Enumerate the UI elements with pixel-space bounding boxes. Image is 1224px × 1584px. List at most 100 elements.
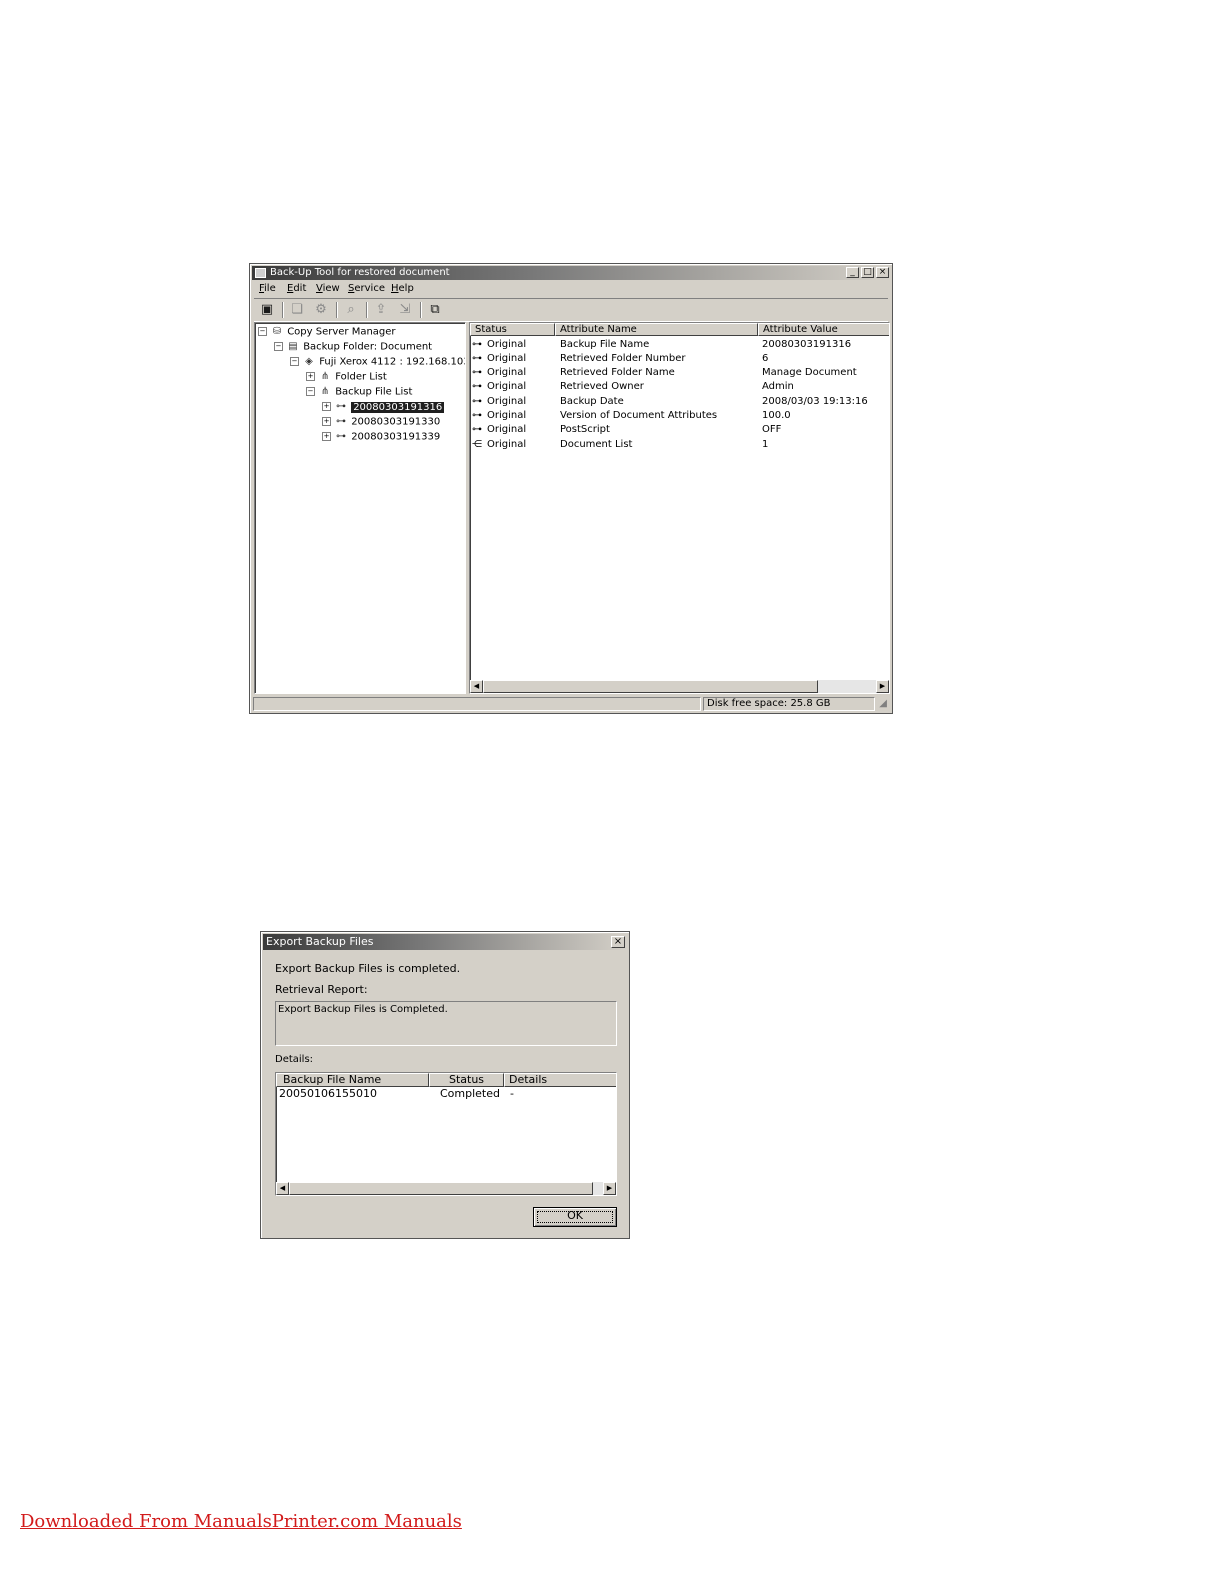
tree-node-backup-folder[interactable]: − ▤ Backup Folder: Document [274,340,432,354]
link-icon: ⊶ [472,424,482,435]
menu-file[interactable]: File [259,283,276,294]
save-icon[interactable]: ▣ [258,302,276,318]
collapse-icon[interactable]: − [306,387,315,396]
list-row[interactable]: ⊶ Original Retrieved Folder Name Manage … [470,366,889,380]
file-list-icon: ⋔ [320,386,330,397]
column-header-status[interactable]: Status [470,323,555,336]
minimize-button[interactable]: _ [846,267,859,278]
printer-icon: ◈ [305,356,313,367]
link-icon: ⊶ [472,353,482,364]
attribute-value-cell: 20080303191316 [762,339,852,350]
import-icon[interactable]: ⇪ [372,302,390,318]
attribute-value-cell: 6 [762,353,769,364]
tree-node-label-selected: 20080303191316 [351,401,445,413]
scroll-right-icon[interactable]: ▶ [876,680,889,693]
details-list[interactable]: Backup File Name Status Details 20050106… [275,1072,617,1196]
tree-node-label: Folder List [335,371,387,383]
attribute-value-cell: Admin [762,381,794,392]
status-cell: Original [487,367,527,378]
menu-edit[interactable]: Edit [287,283,306,294]
link-icon: ⊶ [472,339,482,350]
toolbar-separator [282,302,284,318]
export-backup-dialog: Export Backup Files × Export Backup File… [260,931,630,1239]
retrieval-report-text: Export Backup Files is Completed. [278,1004,448,1015]
close-button[interactable]: × [876,267,889,278]
expand-icon[interactable]: + [322,402,331,411]
title-bar[interactable]: Back-Up Tool for restored document _ □ × [252,266,890,280]
list-row[interactable]: ⊶ Original PostScript OFF [470,423,889,437]
tree-node-device[interactable]: −◈ Fuji Xerox 4112 : 192.168.103.104 [290,355,465,369]
completion-message: Export Backup Files is completed. [275,962,461,975]
tree-node-label: 20080303191330 [351,416,441,428]
column-header-details[interactable]: Details [504,1073,616,1087]
tree-node-backup-file[interactable]: + ⊶ 20080303191316 [322,400,445,414]
attribute-list[interactable]: Status Attribute Name Attribute Value ⊶ … [469,322,890,694]
attribute-name-cell: Document List [560,439,633,450]
expand-icon[interactable]: + [322,432,331,441]
list-row[interactable]: ⋲ Original Document List 1 [470,438,889,452]
collapse-icon[interactable]: − [274,342,283,351]
folder-tree[interactable]: − ⛁ Copy Server Manager − ▤ Backup Folder:… [254,322,466,694]
retrieve-icon[interactable]: ⚙ [312,302,330,318]
list-row[interactable]: ⊶ Original Backup File Name 200803031913… [470,338,889,352]
column-header-backup-file-name[interactable]: Backup File Name [276,1073,429,1087]
toolbar-separator [366,302,368,318]
resize-grip-icon[interactable]: ◢ [879,698,887,709]
backup-file-icon: ⊶ [336,416,346,427]
maximize-button[interactable]: □ [861,267,874,278]
disk-free-space: Disk free space: 25.8 GB [703,697,875,711]
collapse-icon[interactable]: − [290,357,299,366]
table-row[interactable]: 20050106155010 Completed - [276,1087,616,1101]
collapse-icon[interactable]: − [258,327,267,336]
backup-file-icon: ⊶ [336,431,346,442]
attribute-value-cell: Manage Document [762,367,857,378]
tree-node-backup-file-list[interactable]: − ⋔ Backup File List [306,385,412,399]
tree-node-backup-file[interactable]: + ⊶ 20080303191339 [322,430,440,444]
expand-icon[interactable]: + [322,417,331,426]
list-row[interactable]: ⊶ Original Retrieved Folder Number 6 [470,352,889,366]
link-icon: ⊶ [472,410,482,421]
tree-node-backup-file[interactable]: + ⊶ 20080303191330 [322,415,440,429]
status-cell: Original [487,424,527,435]
menu-service[interactable]: Service [348,283,385,294]
dialog-title-bar[interactable]: Export Backup Files × [263,934,627,950]
dialog-close-icon[interactable]: × [611,936,625,948]
retrieval-report-box[interactable]: Export Backup Files is Completed. [275,1001,617,1046]
list-row[interactable]: ⊶ Original Version of Document Attribute… [470,409,889,423]
download-source-link[interactable]: Downloaded From ManualsPrinter.com Manua… [20,1511,462,1532]
attribute-name-cell: Retrieved Owner [560,381,644,392]
scroll-left-icon[interactable]: ◀ [276,1182,289,1195]
menu-help[interactable]: Help [391,283,414,294]
list-row[interactable]: ⊶ Original Retrieved Owner Admin [470,380,889,394]
tree-node-label: Fuji Xerox 4112 : 192.168.103.104 [319,356,465,368]
copy-icon[interactable]: ⧉ [426,302,444,318]
scroll-left-icon[interactable]: ◀ [470,680,483,693]
column-header-attribute-value[interactable]: Attribute Value [758,323,889,336]
list-row[interactable]: ⊶ Original Backup Date 2008/03/03 19:13:… [470,395,889,409]
status-bar: Disk free space: 25.8 GB ◢ [253,697,889,711]
tree-node-label: Copy Server Manager [287,326,396,338]
search-icon[interactable]: ⌕ [342,302,360,318]
tree-node-label: Backup File List [335,386,413,398]
app-icon [255,268,266,278]
scroll-thumb[interactable] [483,680,818,693]
tree-node-label: Backup Folder: Document [303,341,433,353]
status-cell: Original [487,339,527,350]
expand-icon[interactable]: + [306,372,315,381]
menu-view[interactable]: View [316,283,340,294]
ok-button[interactable]: OK [533,1207,617,1227]
window-title: Back-Up Tool for restored document [270,267,450,278]
tree-node-folder-list[interactable]: + ⋔ Folder List [306,370,387,384]
retrieval-report-label: Retrieval Report: [275,983,368,996]
attribute-name-cell: Retrieved Folder Name [560,367,675,378]
tree-node-copy-server-manager[interactable]: − ⛁ Copy Server Manager [258,325,396,339]
column-header-status[interactable]: Status [429,1073,504,1087]
export-icon[interactable]: ⇲ [396,302,414,318]
attribute-value-cell: 1 [762,439,769,450]
scroll-right-icon[interactable]: ▶ [603,1182,616,1195]
horizontal-scrollbar[interactable]: ◀ ▶ [470,680,889,693]
new-folder-icon[interactable]: ❏ [288,302,306,318]
horizontal-scrollbar[interactable]: ◀ ▶ [276,1182,616,1195]
column-header-attribute-name[interactable]: Attribute Name [555,323,758,336]
scroll-thumb[interactable] [289,1182,593,1195]
